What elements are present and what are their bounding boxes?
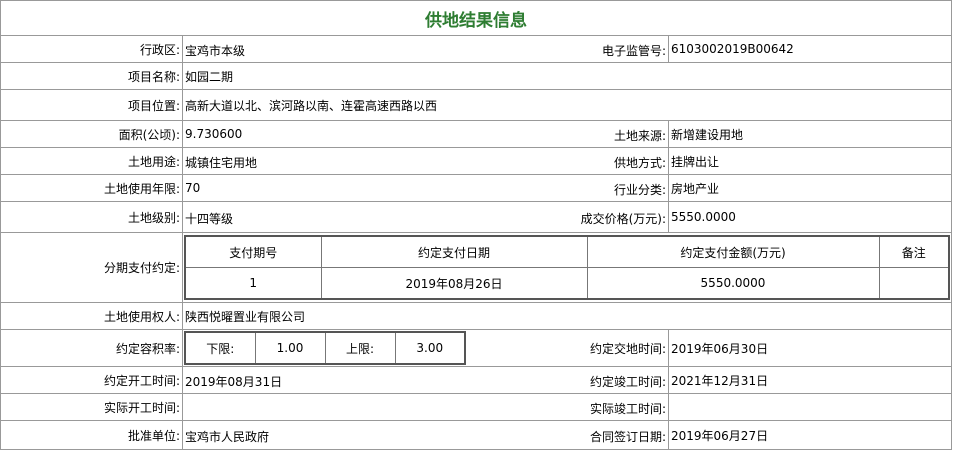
land-use-row: 城镇住宅用地 供地方式:	[182, 147, 669, 175]
land-use-label: 土地用途:	[0, 147, 183, 175]
price-value: 5550.0000	[667, 201, 953, 233]
installment-label: 分期支付约定:	[0, 232, 183, 303]
installment-header-row: 支付期号 约定支付日期 约定支付金额(万元) 备注	[184, 235, 950, 268]
area-value: 9.730600	[185, 127, 243, 141]
admin-region-label: 行政区:	[0, 35, 183, 63]
start-time-label: 约定开工时间:	[0, 366, 183, 394]
installment-header-date: 约定支付日期	[320, 235, 588, 268]
table-row: 1 2019年08月26日 5550.0000	[184, 267, 950, 300]
actual-start-label: 实际开工时间:	[0, 393, 183, 421]
delivery-time-value: 2019年06月30日	[667, 329, 953, 367]
approval-unit-row: 宝鸡市人民政府 合同签订日期:	[182, 420, 669, 450]
far-lower-label: 下限:	[184, 331, 256, 365]
industry-label: 行业分类:	[613, 183, 666, 197]
admin-region-value: 宝鸡市本级	[185, 44, 246, 58]
completion-time-value: 2021年12月31日	[667, 366, 953, 394]
supply-method-label: 供地方式:	[613, 156, 666, 170]
e-supervision-value: 6103002019B00642	[667, 35, 953, 63]
far-label: 约定容积率:	[0, 329, 183, 367]
supply-result-sheet: 供地结果信息 行政区: 宝鸡市本级 电子监管号: 6103002019B0064…	[0, 0, 953, 450]
delivery-time-label: 约定交地时间:	[589, 342, 666, 356]
contract-date-value: 2019年06月27日	[667, 420, 953, 450]
land-source-label: 土地来源:	[613, 129, 666, 143]
supply-result-table: 供地结果信息 行政区: 宝鸡市本级 电子监管号: 6103002019B0064…	[0, 0, 953, 450]
actual-completion-label: 实际竣工时间:	[589, 402, 666, 416]
page-title: 供地结果信息	[0, 0, 953, 36]
use-years-value: 70	[185, 181, 201, 195]
far-table: 下限: 1.00 上限: 3.00	[184, 331, 466, 365]
project-location-value: 高新大道以北、滨河路以南、连霍高速西路以西	[181, 89, 953, 121]
installment-cell: 支付期号 约定支付日期 约定支付金额(万元) 备注 1 2019年08月26日 …	[181, 232, 953, 303]
actual-start-row: 实际竣工时间:	[182, 393, 669, 421]
far-row: 下限: 1.00 上限: 3.00 约定交地时间:	[182, 329, 669, 367]
installment-header-note: 备注	[878, 235, 950, 268]
project-location-label: 项目位置:	[0, 89, 183, 121]
price-label: 成交价格(万元):	[580, 212, 666, 226]
start-time-row: 2019年08月31日 约定竣工时间:	[182, 366, 669, 394]
use-years-label: 土地使用年限:	[0, 174, 183, 202]
far-upper-label: 上限:	[324, 331, 396, 365]
admin-region-row: 宝鸡市本级 电子监管号:	[182, 35, 669, 63]
completion-time-label: 约定竣工时间:	[589, 375, 666, 389]
area-label: 面积(公顷):	[0, 120, 183, 148]
e-supervision-label: 电子监管号:	[601, 44, 666, 58]
land-use-value: 城镇住宅用地	[185, 156, 258, 170]
right-holder-value: 陕西悦曜置业有限公司	[181, 302, 953, 330]
installment-amount: 5550.0000	[586, 267, 880, 300]
installment-header-period: 支付期号	[184, 235, 322, 268]
project-name-value: 如园二期	[181, 62, 953, 90]
installment-date: 2019年08月26日	[320, 267, 588, 300]
project-name-label: 项目名称:	[0, 62, 183, 90]
industry-value: 房地产业	[667, 174, 953, 202]
installment-period: 1	[184, 267, 322, 300]
use-years-row: 70 行业分类:	[182, 174, 669, 202]
installment-table: 支付期号 约定支付日期 约定支付金额(万元) 备注 1 2019年08月26日 …	[184, 235, 951, 300]
approval-unit-label: 批准单位:	[0, 420, 183, 450]
installment-header-amount: 约定支付金额(万元)	[586, 235, 880, 268]
actual-completion-value	[667, 393, 953, 421]
approval-unit-value: 宝鸡市人民政府	[185, 430, 270, 444]
land-grade-row: 十四等级 成交价格(万元):	[182, 201, 669, 233]
start-time-value: 2019年08月31日	[185, 375, 283, 389]
land-grade-label: 土地级别:	[0, 201, 183, 233]
area-row: 9.730600 土地来源:	[182, 120, 669, 148]
land-source-value: 新增建设用地	[667, 120, 953, 148]
land-grade-value: 十四等级	[185, 212, 234, 226]
far-lower-value: 1.00	[254, 331, 326, 365]
far-upper-value: 3.00	[394, 331, 466, 365]
supply-method-value: 挂牌出让	[667, 147, 953, 175]
right-holder-label: 土地使用权人:	[0, 302, 183, 330]
contract-date-label: 合同签订日期:	[589, 430, 666, 444]
installment-note	[878, 267, 950, 300]
